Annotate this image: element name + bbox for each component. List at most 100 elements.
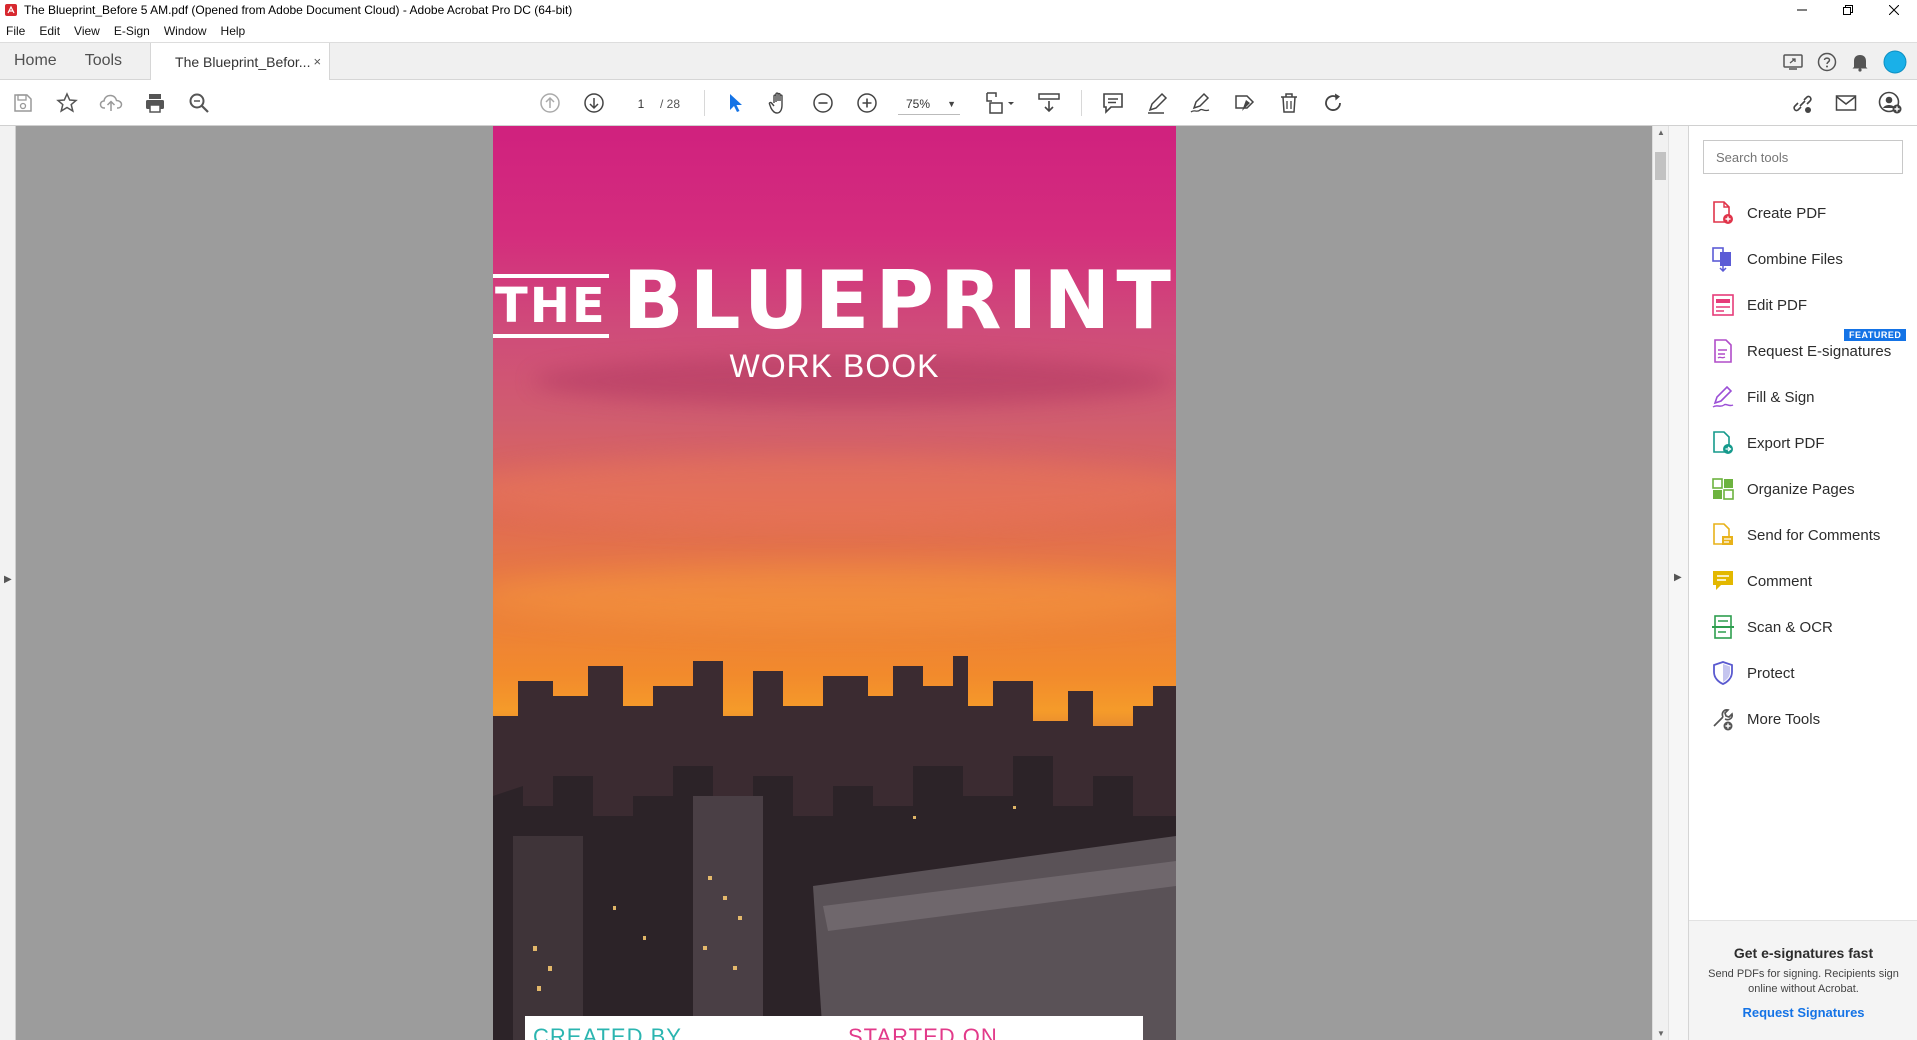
zoom-level-value: 75% — [906, 97, 931, 111]
tool-label: Export PDF — [1747, 434, 1825, 452]
printer-icon — [146, 94, 164, 113]
edit-stamp-button[interactable] — [1232, 90, 1258, 116]
trash-icon — [1281, 93, 1297, 113]
print-button[interactable] — [142, 90, 168, 116]
page-display-button[interactable] — [984, 90, 1018, 116]
menu-view[interactable]: View — [74, 24, 100, 38]
user-avatar-icon[interactable] — [1883, 50, 1907, 74]
arrow-up-circle-icon — [540, 93, 560, 113]
zoom-out-button[interactable] — [810, 90, 836, 116]
vertical-scrollbar[interactable]: ▲ ▼ — [1652, 126, 1668, 1040]
page-total: / 28 — [660, 97, 681, 111]
zoom-in-button[interactable] — [854, 90, 880, 116]
organize-pages-icon — [1712, 478, 1734, 500]
minimize-button[interactable] — [1779, 0, 1825, 20]
comment-icon — [1713, 571, 1733, 590]
tab-bar: Home Tools The Blueprint_Befor... × — [0, 42, 1917, 80]
bookmark-star-button[interactable] — [54, 90, 80, 116]
previous-page-button[interactable] — [537, 90, 563, 116]
acrobat-app-icon — [5, 4, 17, 16]
menu-bar: File Edit View E-Sign Window Help — [0, 20, 1917, 42]
restore-button[interactable] — [1825, 0, 1871, 20]
close-tab-icon[interactable]: × — [313, 54, 321, 69]
tool-more-tools[interactable]: More Tools — [1711, 704, 1911, 734]
comment-tool-button[interactable] — [1100, 90, 1126, 116]
tab-document-label: The Blueprint_Befor... — [175, 53, 311, 70]
cover-subtitle: WORK BOOK — [729, 348, 940, 384]
scroll-up-arrow-icon[interactable]: ▲ — [1657, 128, 1665, 137]
pdf-page: THE BLUEPRINT WORK BOOK CREATED BY STARTE… — [493, 126, 1176, 1040]
window-title: The Blueprint_Before 5 AM.pdf (Opened fr… — [24, 3, 573, 17]
rotate-button[interactable] — [1320, 90, 1346, 116]
tab-document[interactable]: The Blueprint_Befor... × — [150, 43, 331, 80]
tool-create-pdf[interactable]: Create PDF — [1711, 198, 1911, 228]
delete-button[interactable] — [1276, 90, 1302, 116]
menu-help[interactable]: Help — [221, 24, 246, 38]
menu-edit[interactable]: Edit — [39, 24, 60, 38]
select-tool-button[interactable] — [722, 90, 748, 116]
scroll-mode-button[interactable] — [1036, 90, 1062, 116]
sign-tool-button[interactable] — [1188, 90, 1214, 116]
menu-esign[interactable]: E-Sign — [114, 24, 150, 38]
close-window-button[interactable] — [1871, 0, 1917, 20]
create-pdf-icon — [1713, 201, 1733, 224]
add-user-share-button[interactable] — [1877, 90, 1903, 116]
envelope-icon — [1835, 95, 1857, 111]
menu-file[interactable]: File — [6, 24, 25, 38]
left-panel-toggle[interactable]: ▶ — [0, 126, 16, 1040]
send-for-comments-icon — [1713, 523, 1733, 545]
find-button[interactable] — [186, 90, 212, 116]
rotate-clockwise-icon — [1325, 93, 1341, 111]
cover-footer-card: CREATED BY STARTED ON — [525, 1016, 1143, 1040]
tool-label: Comment — [1747, 572, 1813, 590]
cloud-upload-icon — [99, 94, 123, 111]
search-tools-input[interactable] — [1703, 140, 1903, 174]
minus-circle-icon — [813, 93, 833, 113]
caret-right-icon: ▶ — [1674, 572, 1682, 583]
title-bar: The Blueprint_Before 5 AM.pdf (Opened fr… — [0, 0, 1917, 20]
share-link-button[interactable] — [1789, 90, 1815, 116]
email-button[interactable] — [1833, 90, 1859, 116]
notifications-bell-icon[interactable] — [1851, 52, 1869, 72]
tool-comment[interactable]: Comment — [1711, 566, 1911, 596]
menu-window[interactable]: Window — [164, 24, 207, 38]
tool-send-for-comments[interactable]: Send for Comments — [1711, 520, 1911, 550]
right-pane-toggle[interactable]: ▶ — [1668, 126, 1688, 1040]
help-icon[interactable] — [1817, 52, 1837, 72]
fill-sign-pen-icon — [1190, 92, 1210, 113]
highlight-tool-button[interactable] — [1144, 90, 1170, 116]
upload-cloud-button[interactable] — [98, 90, 124, 116]
request-signatures-link[interactable]: Request Signatures — [1689, 1005, 1917, 1020]
document-viewport[interactable]: ▶ THE BLUEPRINT WORK BOOK CREATED BY STAR… — [0, 126, 1688, 1040]
scrollbar-thumb[interactable] — [1655, 152, 1666, 180]
tool-label: Edit PDF — [1747, 296, 1808, 314]
tool-organize-pages[interactable]: Organize Pages — [1711, 474, 1911, 504]
tool-combine-files[interactable]: Combine Files — [1711, 244, 1911, 274]
tool-label: Send for Comments — [1747, 526, 1881, 544]
scroll-down-arrow-icon[interactable]: ▼ — [1657, 1029, 1665, 1038]
hand-tool-button[interactable] — [766, 90, 792, 116]
tabbar-actions — [1783, 43, 1907, 81]
tab-home[interactable]: Home — [0, 43, 71, 79]
promo-heading: Get e-signatures fast — [1733, 945, 1874, 961]
cover-headline-main: BLUEPRINT — [622, 254, 1176, 347]
page-number-input[interactable]: 1 — [622, 93, 660, 115]
tool-fill-sign[interactable]: Fill & Sign — [1711, 382, 1911, 412]
save-button[interactable] — [10, 90, 36, 116]
tab-tools[interactable]: Tools — [71, 43, 136, 79]
share-screen-icon[interactable] — [1783, 53, 1803, 71]
next-page-button[interactable] — [581, 90, 607, 116]
zoom-level-dropdown[interactable]: 75% ▼ — [898, 93, 960, 115]
footer-started-on: STARTED ON — [848, 1024, 998, 1040]
cursor-arrow-icon — [730, 94, 742, 112]
tool-edit-pdf[interactable]: Edit PDF — [1711, 290, 1911, 320]
tool-export-pdf[interactable]: Export PDF — [1711, 428, 1911, 458]
request-esignatures-icon — [1714, 339, 1732, 363]
tool-scan-ocr[interactable]: Scan & OCR — [1711, 612, 1911, 642]
tool-protect[interactable]: Protect — [1711, 658, 1911, 688]
combine-files-icon — [1712, 247, 1731, 272]
magnifier-icon — [189, 93, 209, 113]
tool-label: Organize Pages — [1747, 480, 1855, 498]
cover-headline: THE BLUEPRINT — [493, 254, 1176, 347]
tools-pane: Create PDF Combine Files Edit PDF Reques… — [1688, 126, 1917, 1040]
